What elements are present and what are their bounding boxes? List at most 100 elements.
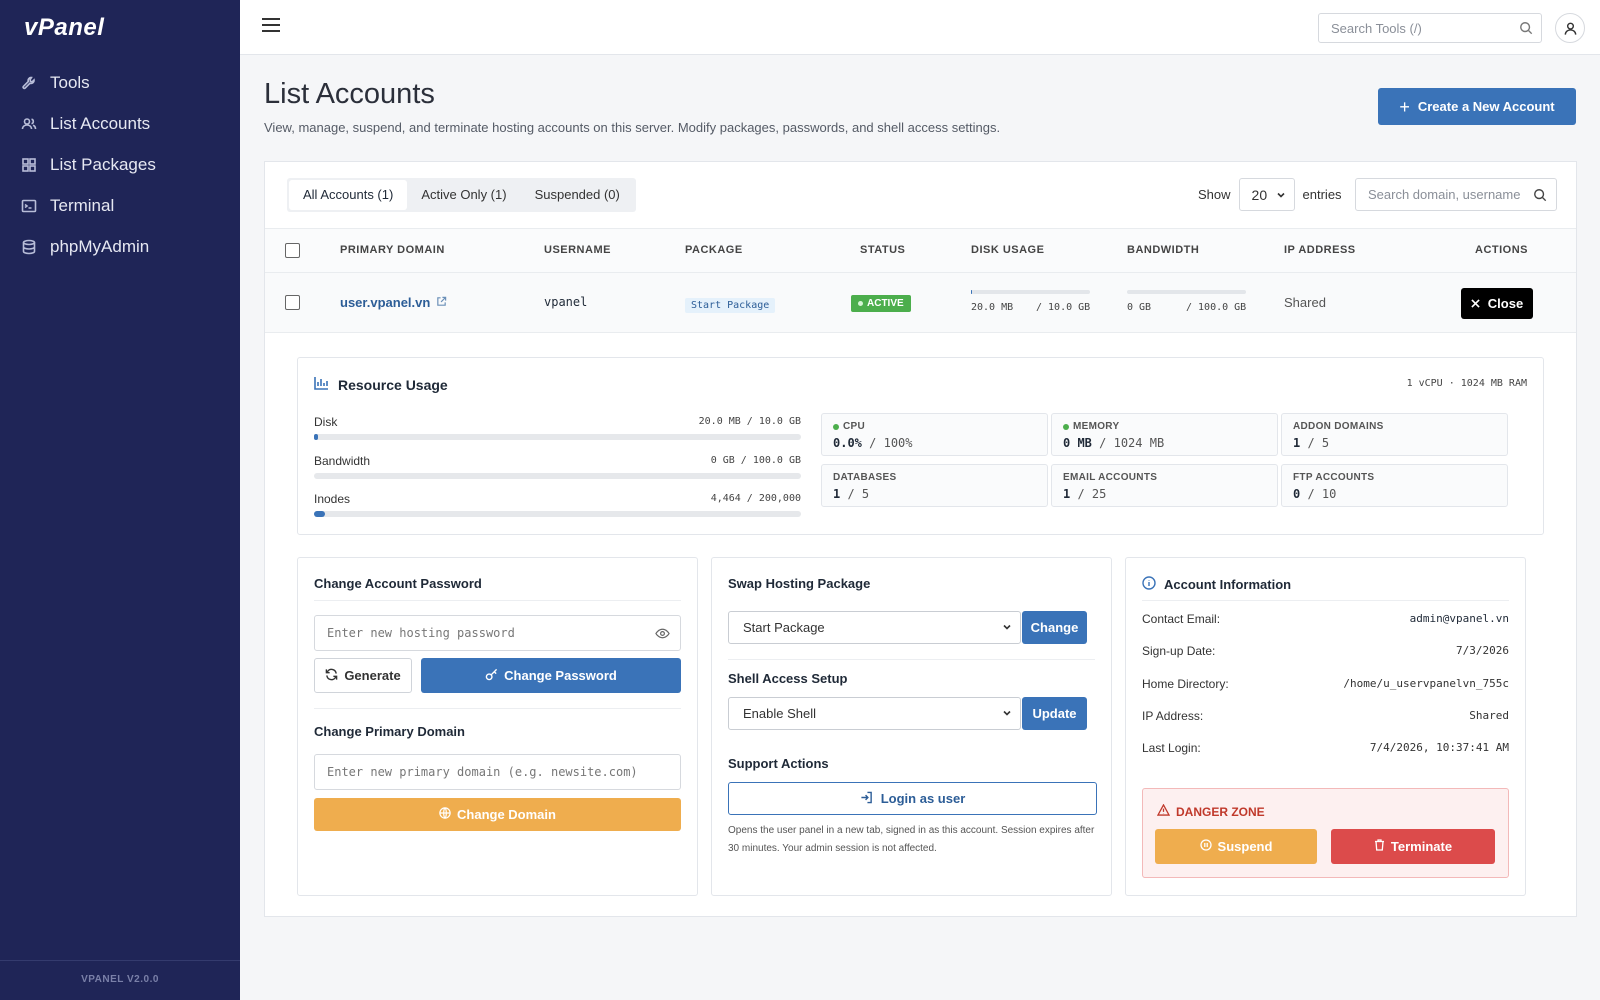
sidebar-item-tools[interactable]: Tools [0,62,240,103]
column-header[interactable]: STATUS [860,244,905,256]
status-dot-icon [858,301,863,306]
tab-suspended[interactable]: Suspended (0) [521,180,634,210]
sidebar-item-list-accounts[interactable]: List Accounts [0,103,240,144]
chevron-down-icon [1002,620,1012,635]
terminate-button[interactable]: Terminate [1331,829,1495,864]
last-login-row: Last Login: 7/4/2026, 10:37:41 AM [1142,741,1509,755]
domain-field [314,754,681,790]
create-account-label: Create a New Account [1417,99,1555,114]
create-account-button[interactable]: + Create a New Account [1378,88,1576,125]
sidebar-item-phpmyadmin[interactable]: phpMyAdmin [0,226,240,267]
resource-bar [314,511,801,517]
resource-value: 4,464 / 200,000 [710,493,801,504]
shell-select[interactable]: Enable Shell [728,697,1021,730]
update-shell-button[interactable]: Update [1022,697,1087,730]
resource-value: 0 GB / 100.0 GB [710,455,801,466]
users-icon [21,116,37,132]
home-directory-row: Home Directory: /home/u_uservpanelvn_755c [1142,677,1509,691]
terminal-icon [21,198,37,214]
table-search-input[interactable] [1356,179,1521,210]
suspend-button[interactable]: Suspend [1155,829,1317,864]
select-all-checkbox[interactable] [285,243,300,258]
column-header[interactable]: DISK USAGE [971,244,1044,256]
generate-label: Generate [344,668,401,683]
change-package-button[interactable]: Change [1022,611,1087,644]
table-header: PRIMARY DOMAIN USERNAME PACKAGE STATUS D… [265,228,1576,273]
inodes-resource-row: Inodes 4,464 / 200,000 [314,492,801,517]
sidebar-item-terminal[interactable]: Terminal [0,185,240,226]
password-input[interactable] [315,616,635,650]
globe-icon [439,807,451,822]
disk-usage-bar [971,290,1090,294]
table-row[interactable]: user.vpanel.vn vpanel Start Package ACTI… [265,273,1576,333]
row-checkbox[interactable] [285,295,300,310]
stat-used: 1 [1063,487,1071,501]
status-badge: ACTIVE [851,295,911,312]
divider [1142,600,1509,601]
entries-value: 20 [1251,186,1268,203]
table-search [1355,178,1557,211]
resource-bar-fill [314,511,325,517]
user-avatar-icon[interactable] [1555,13,1585,43]
close-button[interactable]: Close [1461,288,1533,319]
info-value: 7/4/2026, 10:37:41 AM [1369,741,1509,754]
generate-password-button[interactable]: Generate [314,658,412,693]
change-domain-button[interactable]: Change Domain [314,798,681,831]
column-header[interactable]: PRIMARY DOMAIN [340,244,445,256]
eye-icon[interactable] [655,627,670,643]
entries-select[interactable]: 20 [1238,178,1295,211]
stat-used: 0 MB [1063,436,1092,450]
password-field [314,615,681,651]
column-header: ACTIONS [1475,244,1528,256]
resource-usage-panel: Resource Usage 1 vCPU · 1024 MB RAM Disk… [297,357,1544,535]
column-header[interactable]: BANDWIDTH [1127,244,1199,256]
ip-address-row: IP Address: Shared [1142,709,1509,723]
stat-used: 0 [1293,487,1301,501]
change-password-button[interactable]: Change Password [421,658,681,693]
menu-toggle-icon[interactable] [262,18,280,36]
close-label: Close [1487,296,1524,311]
divider [314,708,681,709]
app-logo[interactable]: vPanel [24,14,104,42]
stat-total: / 25 [1077,487,1107,501]
login-as-user-button[interactable]: Login as user [728,782,1097,815]
entries-label: entries [1302,187,1342,202]
package-select-value: Start Package [743,620,825,635]
change-domain-label: Change Domain [457,807,556,822]
stat-label: EMAIL ACCOUNTS [1063,472,1158,483]
column-header[interactable]: USERNAME [544,244,611,256]
warning-icon [1156,803,1171,819]
status-dot-icon [1063,423,1069,430]
package-select[interactable]: Start Package [728,611,1021,644]
stat-total: / 5 [847,487,870,501]
tool-search-input[interactable] [1319,14,1499,42]
stat-label: ADDON DOMAINS [1293,421,1384,432]
bandwidth-used-text: 0 GB [1127,302,1152,313]
column-header[interactable]: IP ADDRESS [1284,244,1356,256]
divider [314,600,681,601]
domain-link[interactable]: user.vpanel.vn [340,295,430,310]
account-info-title: Account Information [1142,576,1291,593]
sidebar-item-list-packages[interactable]: List Packages [0,144,240,185]
sidebar-item-label: Tools [50,72,90,92]
info-icon [1142,576,1156,593]
column-header[interactable]: PACKAGE [685,244,743,256]
status-dot-icon [833,423,839,430]
plus-icon: + [1399,96,1410,117]
stat-label: DATABASES [833,472,897,483]
server-spec: 1 vCPU · 1024 MB RAM [1406,378,1527,389]
show-label: Show [1198,187,1231,202]
info-value: 7/3/2026 [1456,644,1509,657]
bandwidth-resource-row: Bandwidth 0 GB / 100.0 GB [314,454,801,479]
status-label: ACTIVE [867,298,904,309]
disk-usage-fill [971,290,972,294]
tab-all-accounts[interactable]: All Accounts (1) [289,180,408,210]
domain-input[interactable] [315,755,675,789]
sidebar: vPanel Tools List Accounts List Packages… [0,0,240,1000]
topbar [240,0,1600,55]
tab-active-only[interactable]: Active Only (1) [407,180,520,210]
bandwidth-usage-bar [1127,290,1246,294]
info-label: IP Address: [1142,709,1204,723]
external-link-icon[interactable] [436,295,447,310]
stat-used: 0.0% [833,436,862,450]
